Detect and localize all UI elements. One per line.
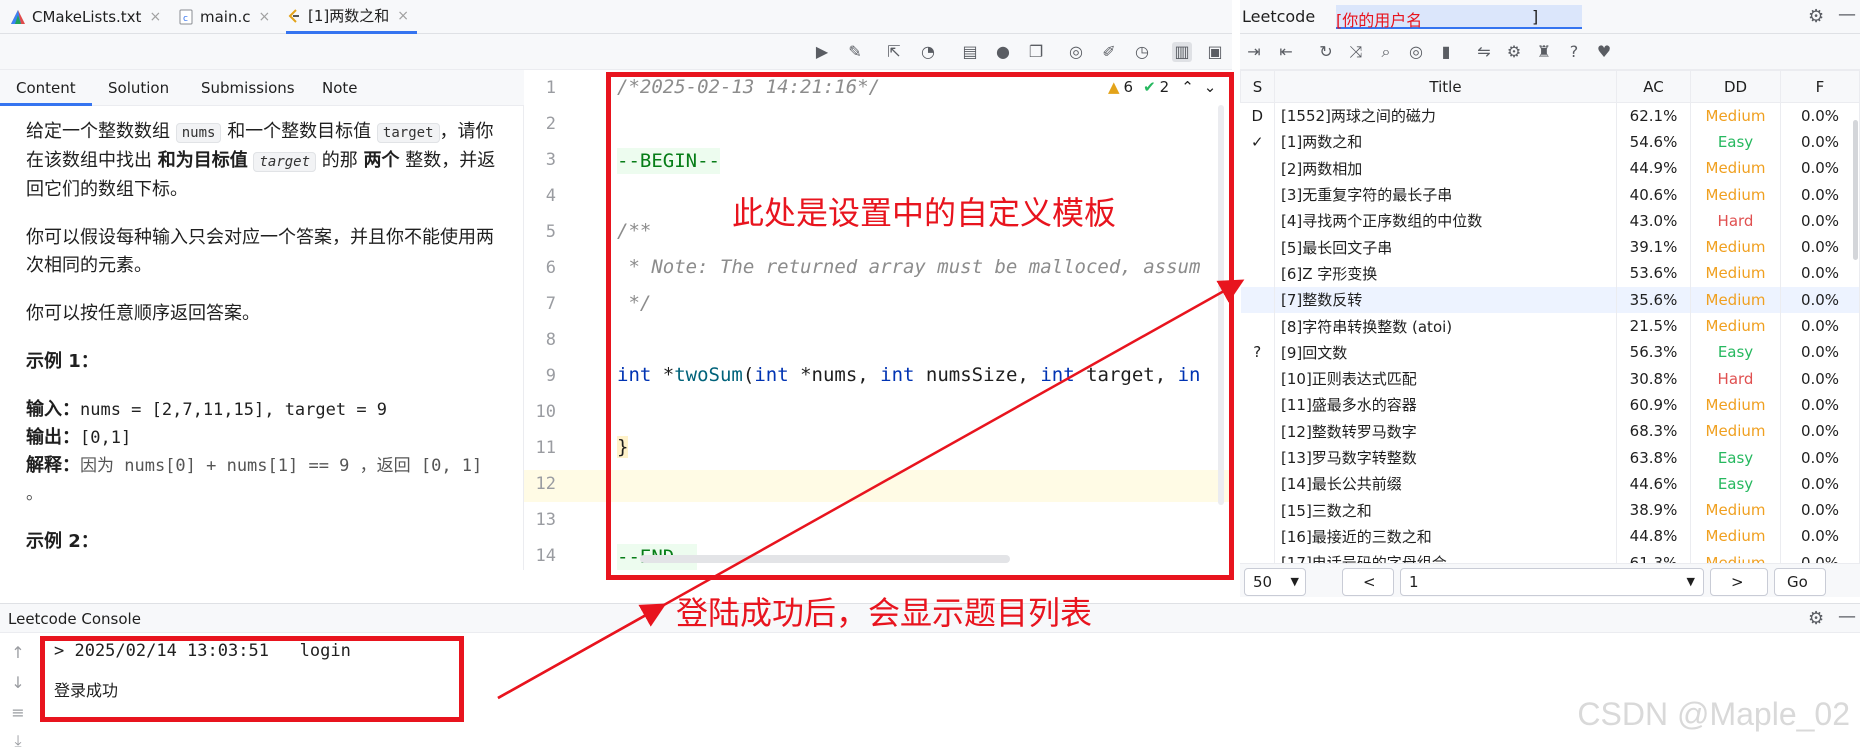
annotation-arrows — [497, 279, 1245, 700]
arrow-to-note — [497, 603, 667, 700]
watermark: CSDN @Maple_02 — [1577, 696, 1850, 732]
